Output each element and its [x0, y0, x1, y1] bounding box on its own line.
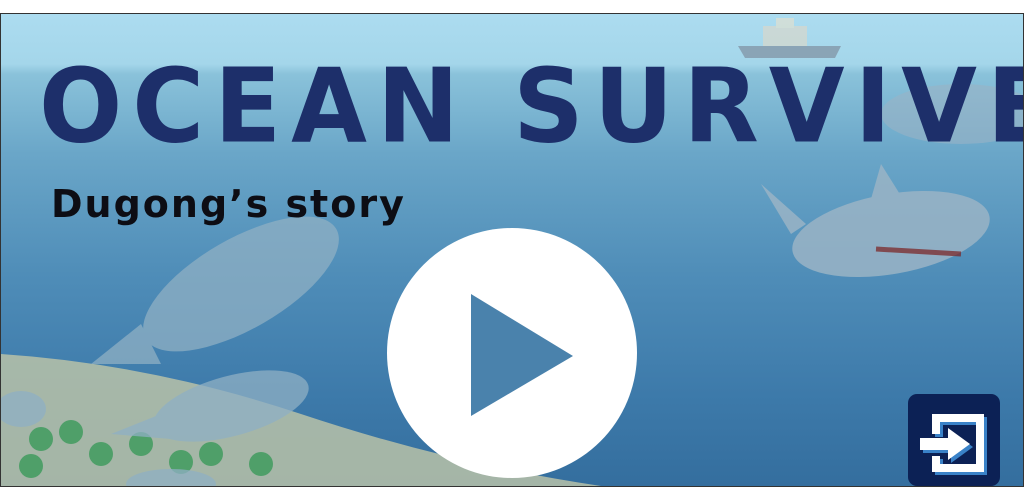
play-icon	[471, 294, 573, 416]
exit-button[interactable]	[908, 394, 1000, 486]
exit-icon	[920, 414, 987, 475]
game-screen: OCEAN SURVIVE Dugong’s story	[0, 13, 1024, 487]
game-title: OCEAN SURVIVE	[39, 47, 1024, 167]
play-button[interactable]	[387, 228, 637, 478]
game-subtitle: Dugong’s story	[51, 182, 406, 226]
